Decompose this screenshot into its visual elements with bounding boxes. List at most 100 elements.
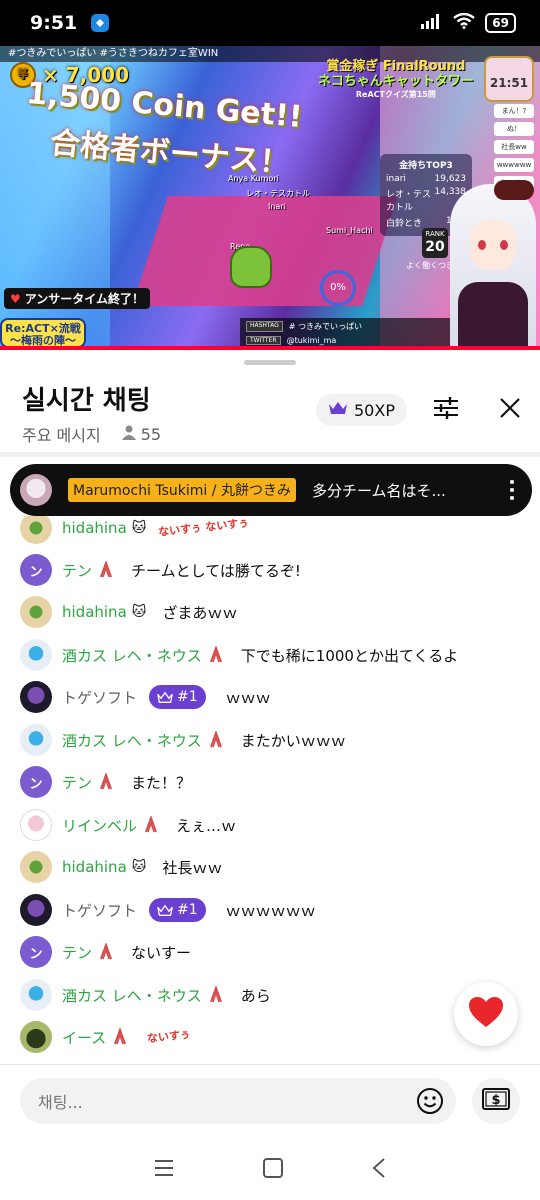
author-name[interactable]: 酒カス レヘ・ネウス	[62, 645, 202, 666]
pinned-message[interactable]: Marumochi Tsukimi / 丸餅つきみ 多分チーム名はそ...	[10, 464, 532, 516]
chat-message[interactable]: ン テン また！？	[20, 764, 191, 800]
viewer-count-value: 55	[140, 424, 162, 444]
pinned-text: 多分チーム名はそ...	[311, 481, 446, 500]
author-name[interactable]: hidahina	[62, 858, 127, 876]
chat-message[interactable]: ン テン チームとしては勝てるぞ!	[20, 552, 301, 588]
menu-nav-button[interactable]	[153, 1159, 175, 1181]
avatar	[20, 894, 52, 926]
author-name[interactable]: トゲソフト	[62, 900, 137, 921]
round-title: 賞金稼ぎ FinalRound ネコちゃんキャットタワー ReACTクイズ第15…	[318, 59, 474, 99]
message-text: ないすー	[131, 943, 192, 962]
drag-handle[interactable]	[244, 360, 296, 365]
author-name[interactable]: 酒カス レヘ・ネウス	[62, 730, 202, 751]
home-nav-button[interactable]	[262, 1157, 284, 1183]
input-divider	[0, 1064, 540, 1065]
video-clock: 21:51	[484, 56, 534, 102]
player-character	[230, 246, 272, 288]
rank-badge-label: #1	[177, 689, 198, 705]
back-chevron-icon	[372, 1158, 385, 1178]
chat-message[interactable]: イース ないすぅ	[20, 1019, 191, 1055]
heart-small-icon: ♥	[10, 291, 21, 306]
avatar	[20, 1021, 52, 1053]
chat-message[interactable]: 酒カス レヘ・ネウス あら	[20, 977, 271, 1013]
avatar	[20, 809, 52, 841]
round-title-line2: ネコちゃんキャットタワー	[318, 73, 474, 89]
avatar: ン	[20, 554, 52, 586]
message-text: また！？	[131, 773, 192, 792]
message-text: ｗｗｗｗｗｗ	[225, 901, 316, 920]
author-name[interactable]: テン	[62, 772, 92, 793]
close-button[interactable]	[494, 394, 526, 426]
chat-input-field[interactable]: 채팅...	[20, 1078, 456, 1124]
more-options-button[interactable]	[506, 480, 518, 500]
author-name[interactable]: 酒カス レヘ・ネウス	[62, 985, 202, 1006]
member-badge-icon	[207, 986, 225, 1004]
sticker-nice-icon: ないすぅ	[146, 1027, 192, 1046]
emoji-button[interactable]	[416, 1087, 444, 1115]
more-vert-icon	[510, 480, 514, 484]
chat-message[interactable]: 酒カス レヘ・ネウス またかいｗｗｗ	[20, 722, 346, 758]
side-button: まん！?	[494, 104, 534, 118]
hashtag-label: HASHTAG	[246, 321, 283, 332]
wifi-icon	[453, 12, 476, 33]
message-text: ざまあｗｗ	[162, 603, 238, 622]
filter-settings-button[interactable]	[430, 394, 462, 426]
chat-message[interactable]: hidahina 🐱 ざまあｗｗ	[20, 594, 237, 630]
sliders-icon	[433, 396, 459, 424]
smiley-icon	[417, 1088, 443, 1114]
author-name[interactable]: トゲソフト	[62, 687, 137, 708]
video-player[interactable]: #つきみでいっぱい #うさきつねカフェ室WIN ¥ × 7,000 1,500 …	[0, 46, 540, 350]
chat-message[interactable]: トゲソフト #1 ｗｗｗｗｗｗ	[20, 892, 316, 928]
crown-icon	[328, 400, 348, 420]
cat-badge-icon: 🐱	[131, 859, 147, 875]
react-logo: Re:ACT×流戦 〜梅雨の陣〜	[0, 318, 86, 348]
player-name: Anya Kumori	[228, 174, 279, 183]
viewer-count: 55	[121, 424, 161, 444]
sticker-nice-icon: ないすぅ ないすぅ	[157, 516, 250, 539]
answer-time-banner: ♥ アンサータイム終了！	[4, 288, 151, 309]
back-nav-button[interactable]	[371, 1157, 387, 1183]
home-square-icon	[262, 1158, 283, 1178]
app-notification-icon	[91, 14, 110, 32]
author-name[interactable]: イース	[62, 1027, 106, 1048]
chat-message[interactable]: トゲソフト #1 ｗｗｗ	[20, 679, 271, 715]
chat-title: 실시간 채팅	[22, 386, 151, 416]
person-icon	[121, 424, 137, 444]
video-info-bar: HASHTAG # つきみでいっぱい TWITTER @tukimi_ma	[240, 318, 470, 348]
side-button: wwwwww	[494, 158, 534, 172]
ranking-title: 金持ちTOP3	[399, 161, 453, 171]
avatar	[20, 639, 52, 671]
reaction-heart-button[interactable]	[454, 982, 518, 1046]
menu-icon	[155, 1160, 174, 1176]
author-name[interactable]: hidahina	[62, 603, 127, 621]
heart-icon	[468, 996, 504, 1032]
xp-button[interactable]: 50XP	[316, 394, 407, 426]
rank-badge-label: #1	[177, 902, 198, 918]
chat-message[interactable]: リインベル えぇ…ｗ	[20, 807, 236, 843]
twitter-handle: @tukimi_ma	[286, 336, 337, 345]
round-title-line1: 賞金稼ぎ FinalRound	[326, 59, 466, 74]
twitter-label: TWITTER	[246, 336, 281, 345]
member-badge-icon	[142, 816, 160, 834]
author-name[interactable]: テン	[62, 560, 92, 581]
chat-message[interactable]: hidahina 🐱 社長ｗｗ	[20, 849, 222, 885]
author-name[interactable]: リインベル	[62, 815, 137, 836]
status-time: 9:51	[30, 12, 78, 34]
battery-indicator: 69	[485, 13, 516, 33]
live-chat-panel: 실시간 채팅 주요 메시지 55 50XP Marumochi Tsukimi …	[0, 350, 540, 1200]
member-badge-icon	[97, 773, 115, 791]
author-name[interactable]: テン	[62, 942, 92, 963]
avatar	[20, 979, 52, 1011]
chat-message[interactable]: ン テン ないすー	[20, 934, 191, 970]
chat-message[interactable]: 酒カス レヘ・ネウス 下でも稀に1000とか出てくるよ	[20, 637, 458, 673]
chat-message-list[interactable]: hidahina 🐱 ないすぅ ないすぅ ン テン チームとしては勝てるぞ! h…	[0, 516, 540, 1064]
message-text: ｗｗｗ	[225, 688, 271, 707]
message-text: またかいｗｗｗ	[240, 731, 346, 750]
pinned-author: Marumochi Tsukimi / 丸餅つきみ	[68, 478, 296, 502]
player-name: Inari	[268, 202, 286, 211]
author-name[interactable]: hidahina	[62, 519, 127, 537]
avatar	[20, 681, 52, 713]
chat-message[interactable]: hidahina 🐱 ないすぅ ないすぅ	[20, 516, 250, 546]
chat-mode-selector[interactable]: 주요 메시지 55	[22, 422, 161, 446]
super-chat-button[interactable]: $	[472, 1078, 520, 1124]
